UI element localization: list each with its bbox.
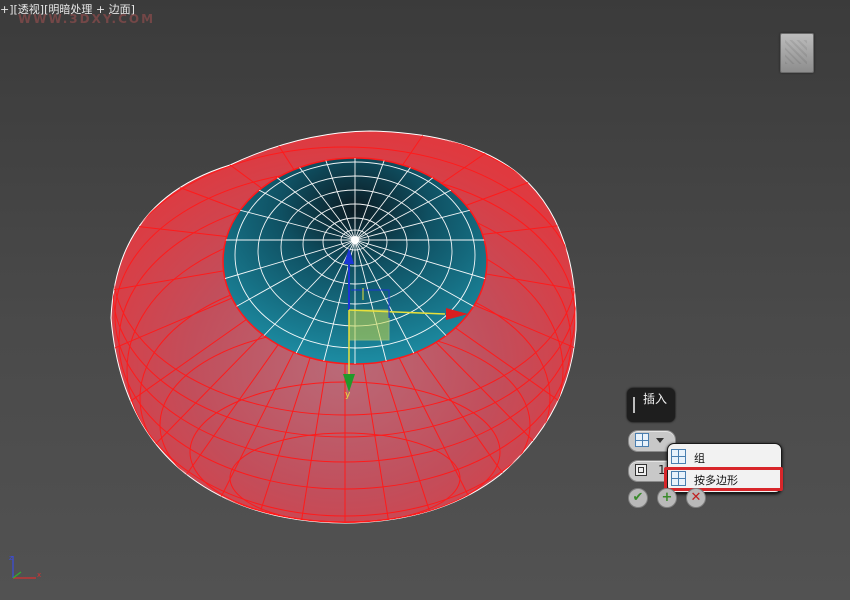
svg-text:y: y (345, 390, 351, 400)
selection-highlight (664, 467, 783, 491)
menu-item-label: 组 (694, 452, 705, 465)
x-icon: ✕ (690, 490, 702, 505)
insert-caddy-title: 插入 (627, 388, 675, 422)
group-icon (671, 449, 686, 464)
ok-button[interactable]: ✔ (628, 488, 648, 508)
axis-tripod: z x (9, 554, 41, 579)
menu-item-group[interactable]: 组 (668, 446, 781, 468)
viewport-scene[interactable]: y (0, 0, 850, 600)
z-axis-label: z (9, 554, 13, 562)
apply-button[interactable]: + (657, 488, 677, 508)
x-axis-label: x (37, 571, 41, 579)
plus-icon: + (661, 490, 673, 505)
cancel-button[interactable]: ✕ (686, 488, 706, 508)
chevron-down-icon (656, 438, 664, 443)
caddy-grip-icon[interactable] (633, 397, 635, 413)
insert-by-group-icon (635, 433, 649, 447)
checkmark-icon: ✔ (632, 490, 644, 505)
amount-icon (635, 464, 647, 476)
caddy-title-label: 插入 (643, 392, 668, 406)
